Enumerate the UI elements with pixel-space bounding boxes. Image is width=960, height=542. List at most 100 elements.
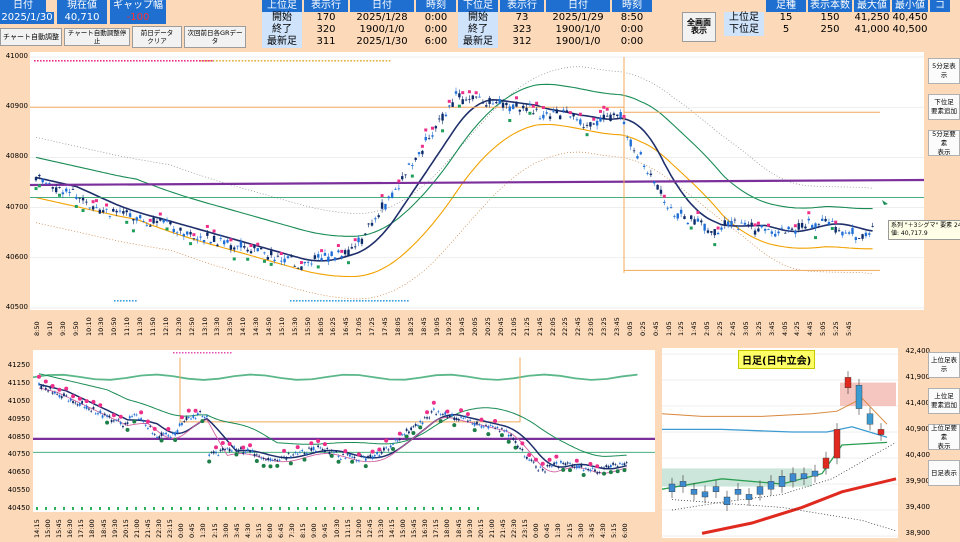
candle-body: [525, 107, 528, 111]
prev-data-clear-button[interactable]: 前日データ クリア: [132, 26, 182, 48]
candle-body: [350, 247, 354, 249]
candle-body: [367, 223, 370, 225]
candle-body: [494, 427, 497, 429]
top-dot: [166, 60, 168, 62]
candle-body: [663, 201, 666, 203]
side-button-0[interactable]: 上位足表示: [928, 352, 960, 378]
daily-candle: [701, 491, 709, 498]
candle-body: [626, 137, 629, 138]
bottom-dot: [386, 300, 388, 302]
candle-body: [68, 191, 71, 193]
candle-body: [458, 93, 461, 98]
green-marker: [207, 459, 212, 464]
bottom-dot: [63, 507, 65, 510]
bottom-dot: [344, 300, 346, 302]
side-button-3[interactable]: 日足表示: [928, 460, 960, 486]
bottom-dot: [468, 507, 470, 510]
candle-body: [219, 238, 222, 240]
settings-cell: 41,000: [854, 24, 890, 35]
candle-body: [575, 119, 579, 121]
upper_block-cell: 開始: [262, 12, 302, 24]
candle-body: [63, 393, 65, 396]
candle-body: [278, 459, 281, 461]
top-dot: [173, 352, 175, 354]
x-tick-label: 13:10: [200, 317, 209, 336]
candle-body: [589, 469, 592, 472]
top-dot: [305, 60, 308, 62]
side-button-1[interactable]: 上位足 要素追加: [928, 388, 960, 414]
top-dot: [34, 60, 36, 62]
candle-body: [201, 416, 204, 417]
side-button-1[interactable]: 下位足 要素追加: [928, 94, 960, 120]
x-tick-label: 19:30: [465, 519, 474, 538]
candle-body: [690, 215, 693, 220]
settings-cell: 下位足: [724, 24, 764, 36]
bottom-dot: [279, 507, 281, 510]
pink-marker: [158, 212, 162, 216]
x-tick-label: 14:15: [33, 519, 41, 538]
candle-body: [88, 408, 90, 410]
pink-marker: [105, 203, 109, 207]
top-dot: [157, 60, 159, 62]
candle-body: [434, 126, 438, 129]
candle-body: [353, 456, 356, 459]
candle-body: [65, 395, 68, 397]
upper_block-cell: 0:00: [424, 12, 448, 23]
candle-body: [451, 413, 453, 416]
side-button-2[interactable]: 上位足要素 表示: [928, 424, 960, 450]
top-dot: [55, 60, 57, 62]
candle-body: [427, 137, 431, 139]
candle-body: [616, 466, 619, 467]
candle-body: [511, 104, 515, 110]
candle-body: [340, 255, 343, 258]
candle-body: [124, 423, 127, 425]
candle-body: [575, 465, 578, 469]
candle-body: [354, 246, 357, 248]
side-button-2[interactable]: 5分足要素 表示: [928, 130, 960, 156]
candle-body: [125, 210, 128, 213]
chart-auto-stop-button[interactable]: チャート自動調整停止: [64, 28, 130, 46]
candle-body: [428, 417, 431, 419]
bottom-dot: [441, 507, 443, 510]
bottom-dot: [365, 300, 367, 302]
candle-body: [544, 471, 546, 473]
pink-marker: [227, 441, 232, 446]
candle-body: [673, 215, 676, 217]
upper_block-head-1: 表示行: [304, 0, 348, 12]
pink-marker: [316, 439, 321, 444]
candle-body: [407, 163, 411, 165]
candle-body: [189, 231, 192, 235]
x-tick-label: 23:45: [613, 317, 621, 336]
candle-body: [158, 436, 161, 439]
x-tick-label: 1:05: [664, 321, 673, 336]
top-dot: [334, 60, 336, 62]
side-button-0[interactable]: 5分足表示: [928, 58, 960, 84]
pink-marker: [320, 249, 324, 253]
candle-body: [380, 202, 384, 209]
bottom-dot: [314, 300, 316, 302]
candle-body: [138, 215, 142, 219]
candle-body: [439, 414, 442, 416]
fullscreen-button[interactable]: 全画面 表示: [682, 12, 716, 42]
chart-auto-adjust-button[interactable]: チャート自動調整: [0, 28, 62, 46]
pink-marker: [279, 252, 283, 256]
top-dot: [127, 60, 129, 62]
pink-marker: [574, 458, 579, 463]
candle-body: [294, 452, 297, 454]
green-marker: [336, 459, 341, 464]
bottom-dot: [162, 507, 164, 510]
top-dot: [241, 60, 244, 62]
candle-body: [401, 434, 403, 436]
x-tick-label: 19:45: [458, 317, 467, 336]
candle-body: [78, 403, 81, 406]
candle-body: [412, 426, 415, 428]
next-prev-data-button[interactable]: 次回前日各GRデータ: [184, 26, 246, 48]
candle-body: [255, 454, 258, 456]
candle-body: [90, 410, 93, 412]
candle-body: [834, 226, 837, 233]
candle-body: [435, 413, 438, 415]
candle-body: [374, 218, 377, 220]
green-marker: [410, 174, 414, 178]
top-dot: [136, 60, 138, 62]
y-tick-label: 42,400: [905, 347, 931, 355]
